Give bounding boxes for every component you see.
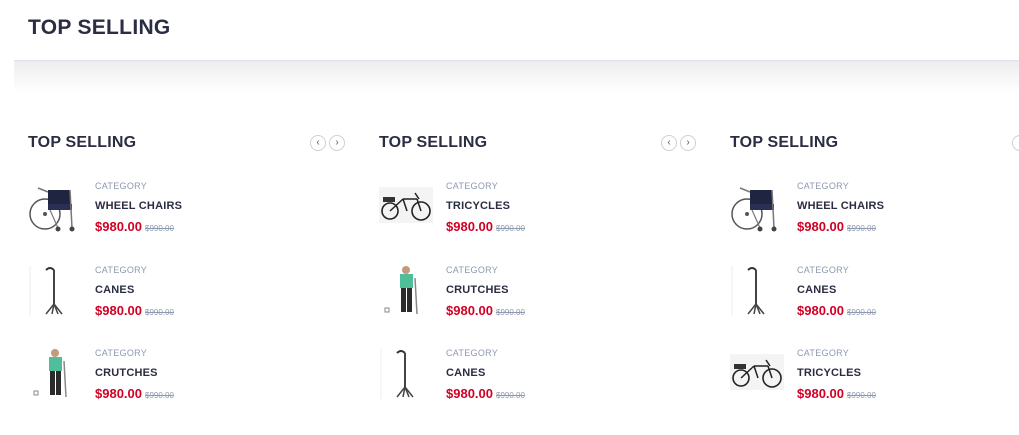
crutches-icon[interactable] [379,264,433,318]
wheelchair-icon[interactable] [730,180,784,234]
column-title: TOP SELLING [379,134,488,151]
product-info: CATEGORY CRUTCHES $980.00 $990.00 [95,347,174,401]
product-info: CATEGORY TRICYCLES $980.00 $990.00 [446,180,525,234]
carousel-nav: ‹ › [310,135,345,151]
tricycle-icon[interactable] [730,347,784,401]
product-item[interactable]: CATEGORY CANES $980.00 $990.00 [379,347,679,419]
page-header: TOP SELLING [0,0,1019,60]
product-old-price: $990.00 [496,308,525,317]
product-name-link[interactable]: CANES [95,284,174,296]
product-price: $980.00 [446,219,493,234]
product-item[interactable]: CATEGORY WHEEL CHAIRS $980.00 $990.00 [730,180,1019,252]
product-name-link[interactable]: CANES [797,284,876,296]
carousel-nav: ‹ [1012,135,1019,151]
product-price: $980.00 [446,386,493,401]
product-prices: $980.00 $990.00 [797,386,876,401]
product-info: CATEGORY CANES $980.00 $990.00 [95,264,174,318]
product-name-link[interactable]: WHEEL CHAIRS [797,200,884,212]
product-old-price: $990.00 [145,224,174,233]
page-title: TOP SELLING [28,16,171,39]
product-category: CATEGORY [446,265,499,275]
product-old-price: $990.00 [496,391,525,400]
product-prices: $980.00 $990.00 [446,303,525,318]
product-name-link[interactable]: CRUTCHES [446,284,525,296]
wheelchair-icon[interactable] [28,180,82,234]
product-info: CATEGORY CRUTCHES $980.00 $990.00 [446,264,525,318]
top-selling-column-1: TOP SELLING ‹ › CATEGORY WHEEL CHAIRS $9… [28,128,368,428]
header-shadow [14,61,1019,93]
product-category: CATEGORY [446,348,499,358]
product-item[interactable]: CATEGORY CRUTCHES $980.00 $990.00 [28,347,328,419]
top-selling-column-2: TOP SELLING ‹ › CATEGORY TRICYCLES $980.… [379,128,719,428]
product-category: CATEGORY [797,265,850,275]
product-name-link[interactable]: CRUTCHES [95,367,174,379]
product-info: CATEGORY WHEEL CHAIRS $980.00 $990.00 [797,180,884,234]
product-price: $980.00 [95,303,142,318]
product-item[interactable]: CATEGORY CANES $980.00 $990.00 [730,264,1019,336]
top-selling-column-3: TOP SELLING ‹ CATEGORY WHEEL CHAIRS $980… [730,128,1019,428]
product-prices: $980.00 $990.00 [797,303,876,318]
product-price: $980.00 [797,303,844,318]
column-title: TOP SELLING [28,134,137,151]
product-category: CATEGORY [446,181,499,191]
product-category: CATEGORY [797,348,850,358]
product-info: CATEGORY CANES $980.00 $990.00 [797,264,876,318]
product-prices: $980.00 $990.00 [446,386,525,401]
product-prices: $980.00 $990.00 [446,219,525,234]
product-price: $980.00 [95,219,142,234]
product-name-link[interactable]: CANES [446,367,525,379]
carousel-nav: ‹ › [661,135,696,151]
product-price: $980.00 [797,219,844,234]
product-item[interactable]: CATEGORY CANES $980.00 $990.00 [28,264,328,336]
product-name-link[interactable]: TRICYCLES [446,200,525,212]
product-prices: $980.00 $990.00 [95,219,182,234]
product-prices: $980.00 $990.00 [797,219,884,234]
chevron-left-icon[interactable]: ‹ [1012,135,1019,151]
product-old-price: $990.00 [145,391,174,400]
product-category: CATEGORY [797,181,850,191]
product-info: CATEGORY CANES $980.00 $990.00 [446,347,525,401]
cane-icon[interactable] [28,264,82,318]
chevron-right-icon[interactable]: › [329,135,345,151]
cane-icon[interactable] [730,264,784,318]
product-item[interactable]: CATEGORY CRUTCHES $980.00 $990.00 [379,264,679,336]
product-name-link[interactable]: TRICYCLES [797,367,876,379]
tricycle-icon[interactable] [379,180,433,234]
product-old-price: $990.00 [847,391,876,400]
product-price: $980.00 [797,386,844,401]
product-old-price: $990.00 [496,224,525,233]
product-name-link[interactable]: WHEEL CHAIRS [95,200,182,212]
cane-icon[interactable] [379,347,433,401]
product-item[interactable]: CATEGORY TRICYCLES $980.00 $990.00 [379,180,679,252]
product-item[interactable]: CATEGORY TRICYCLES $980.00 $990.00 [730,347,1019,419]
product-old-price: $990.00 [847,224,876,233]
product-info: CATEGORY TRICYCLES $980.00 $990.00 [797,347,876,401]
product-prices: $980.00 $990.00 [95,303,174,318]
product-category: CATEGORY [95,265,148,275]
product-old-price: $990.00 [145,308,174,317]
product-info: CATEGORY WHEEL CHAIRS $980.00 $990.00 [95,180,182,234]
product-category: CATEGORY [95,181,148,191]
column-title: TOP SELLING [730,134,839,151]
chevron-right-icon[interactable]: › [680,135,696,151]
product-price: $980.00 [95,386,142,401]
product-price: $980.00 [446,303,493,318]
product-prices: $980.00 $990.00 [95,386,174,401]
product-old-price: $990.00 [847,308,876,317]
chevron-left-icon[interactable]: ‹ [310,135,326,151]
product-category: CATEGORY [95,348,148,358]
crutches-icon[interactable] [28,347,82,401]
product-item[interactable]: CATEGORY WHEEL CHAIRS $980.00 $990.00 [28,180,328,252]
chevron-left-icon[interactable]: ‹ [661,135,677,151]
